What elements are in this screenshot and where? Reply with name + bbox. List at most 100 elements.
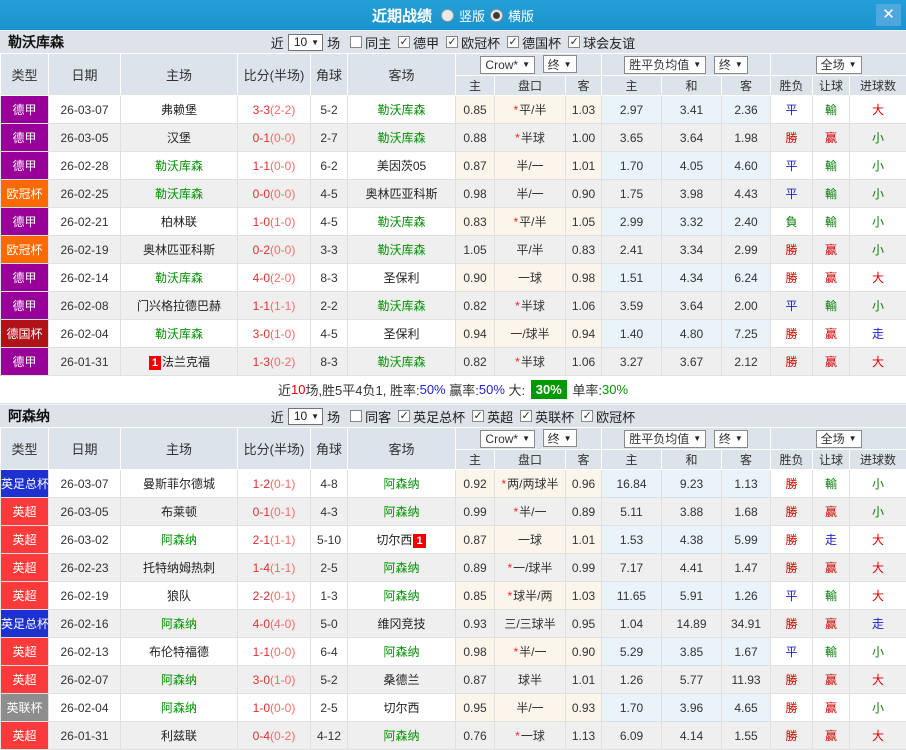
asterisk-icon: * (515, 299, 520, 313)
match-row: 德国杯 26-02-04 勒沃库森 3-0(1-0) 4-5 圣保利 0.94 … (1, 320, 906, 348)
radio-vertical-icon[interactable] (441, 9, 454, 22)
final-select[interactable]: 终▼ (543, 429, 577, 447)
away-team-name: 阿森纳 (383, 561, 419, 575)
final-select[interactable]: 终▼ (543, 55, 577, 73)
odds-source-select[interactable]: Crow*▼ (480, 430, 535, 448)
checkbox-league-2[interactable]: ✓ 英超 (465, 407, 513, 426)
league-type-badge: 德甲 (1, 292, 49, 320)
away-team: 圣保利 (348, 264, 456, 292)
league-type-badge: 英超 (1, 582, 49, 610)
asterisk-icon: * (513, 215, 518, 229)
home-team: 托特纳姆热刺 (121, 554, 238, 582)
corner-score: 2-7 (311, 124, 348, 152)
titlebar: 近期战绩 竖版 横版 ✕ (0, 0, 906, 30)
corner-score: 4-8 (311, 470, 348, 498)
match-date: 26-01-31 (49, 348, 121, 376)
col-result: 胜负 (771, 450, 813, 470)
fulltime-score: 0-1 (253, 505, 270, 519)
result-spread: 赢 (813, 320, 850, 348)
checkbox-checked-icon: ✓ (568, 36, 580, 48)
away-team-name: 阿森纳 (383, 645, 419, 659)
avg-away-odds: 4.60 (722, 152, 771, 180)
match-row: 英联杯 26-02-04 阿森纳 1-0(0-0) 2-5 切尔西 0.95 半… (1, 694, 906, 722)
home-team: 奥林匹亚科斯 (121, 236, 238, 264)
avg-home-odds: 1.51 (602, 264, 662, 292)
league-type-badge: 英超 (1, 638, 49, 666)
checkbox-league-4[interactable]: ✓ 欧冠杯 (574, 407, 635, 426)
chevron-down-icon: ▼ (564, 434, 572, 443)
close-button[interactable]: ✕ (876, 4, 901, 26)
recent-count-select[interactable]: 10 ▼ (288, 408, 323, 425)
radio-vertical-label[interactable]: 竖版 (459, 6, 485, 25)
avg-draw-odds: 4.80 (662, 320, 722, 348)
recent-count-select[interactable]: 10 ▼ (288, 34, 323, 51)
checkbox-same-venue[interactable]: 同客 (340, 407, 391, 426)
avg-away-odds: 7.25 (722, 320, 771, 348)
radio-horizontal-icon[interactable] (490, 9, 503, 22)
avg-select[interactable]: 胜平负均值▼ (624, 56, 706, 74)
away-team-name: 勒沃库森 (377, 299, 425, 313)
col-odds-away: 客 (566, 76, 602, 96)
league-type-badge: 英足总杯 (1, 610, 49, 638)
result-goals: 大 (850, 96, 906, 124)
final-select[interactable]: 终▼ (714, 430, 748, 448)
team-name: 勒沃库森 (8, 32, 64, 52)
checkbox-league-1[interactable]: ✓ 英足总杯 (391, 407, 465, 426)
odds-away: 1.01 (566, 666, 602, 694)
checkbox-league-2[interactable]: ✓ 欧冠杯 (439, 33, 500, 52)
avg-select[interactable]: 胜平负均值▼ (624, 430, 706, 448)
handicap-line: *平/半 (495, 208, 566, 236)
checkbox-same-venue[interactable]: 同主 (340, 33, 391, 52)
match-date: 26-02-13 (49, 638, 121, 666)
result-winlose: 勝 (771, 320, 813, 348)
col-goals: 进球数 (850, 76, 906, 96)
fullmatch-select[interactable]: 全场▼ (816, 430, 862, 448)
corner-score: 6-2 (311, 152, 348, 180)
odds-source-select[interactable]: Crow*▼ (480, 56, 535, 74)
radio-horizontal-label[interactable]: 横版 (508, 6, 534, 25)
fullmatch-select[interactable]: 全场▼ (816, 56, 862, 74)
final-select[interactable]: 终▼ (714, 56, 748, 74)
fulltime-score: 0-4 (253, 729, 270, 743)
score-cell: 1-2(0-1) (238, 470, 311, 498)
match-row: 德甲 26-02-08 门兴格拉德巴赫 1-1(1-1) 2-2 勒沃库森 0.… (1, 292, 906, 320)
result-goals: 大 (850, 554, 906, 582)
chevron-down-icon: ▼ (693, 434, 701, 443)
away-team: 阿森纳 (348, 498, 456, 526)
halftime-score: (1-1) (270, 299, 295, 313)
result-winlose: 勝 (771, 526, 813, 554)
checkbox-league-3[interactable]: ✓ 英联杯 (513, 407, 574, 426)
away-team: 阿森纳 (348, 582, 456, 610)
corner-score: 2-2 (311, 292, 348, 320)
checkbox-league-3[interactable]: ✓ 德国杯 (500, 33, 561, 52)
handicap-line: 一/球半 (495, 320, 566, 348)
away-team: 勒沃库森 (348, 236, 456, 264)
result-spread: 輸 (813, 208, 850, 236)
home-team: 柏林联 (121, 208, 238, 236)
checkbox-league-1[interactable]: ✓ 德甲 (391, 33, 439, 52)
home-team: 阿森纳 (121, 694, 238, 722)
home-team: 曼斯菲尔德城 (121, 470, 238, 498)
handicap-line: 半/一 (495, 152, 566, 180)
result-winlose: 勝 (771, 236, 813, 264)
filter-bar: 近 10 ▼ 场 同客 ✓ 英足总杯 ✓ 英超 ✓ 英联杯 (271, 407, 635, 426)
col-avg-home: 主 (602, 450, 662, 470)
checkbox-league-4[interactable]: ✓ 球会友谊 (561, 33, 635, 52)
corner-score: 2-5 (311, 694, 348, 722)
avg-draw-odds: 4.41 (662, 554, 722, 582)
col-score: 比分(半场) (238, 54, 311, 96)
league-type-badge: 英超 (1, 666, 49, 694)
summary-part: 10 (291, 382, 305, 397)
col-corner: 角球 (311, 428, 348, 470)
chevron-down-icon: ▼ (693, 60, 701, 69)
match-row: 英足总杯 26-02-16 阿森纳 4-0(4-0) 5-0 维冈竞技 0.93… (1, 610, 906, 638)
handicap-line: *半/一 (495, 498, 566, 526)
handicap-line: 一球 (495, 264, 566, 292)
match-date: 26-02-28 (49, 152, 121, 180)
page-title: 近期战绩 (372, 5, 432, 26)
checkbox-checked-icon: ✓ (581, 410, 593, 422)
away-team: 阿森纳 (348, 722, 456, 750)
result-spread: 赢 (813, 610, 850, 638)
odds-home: 0.76 (456, 722, 495, 750)
checkbox-icon (350, 36, 362, 48)
